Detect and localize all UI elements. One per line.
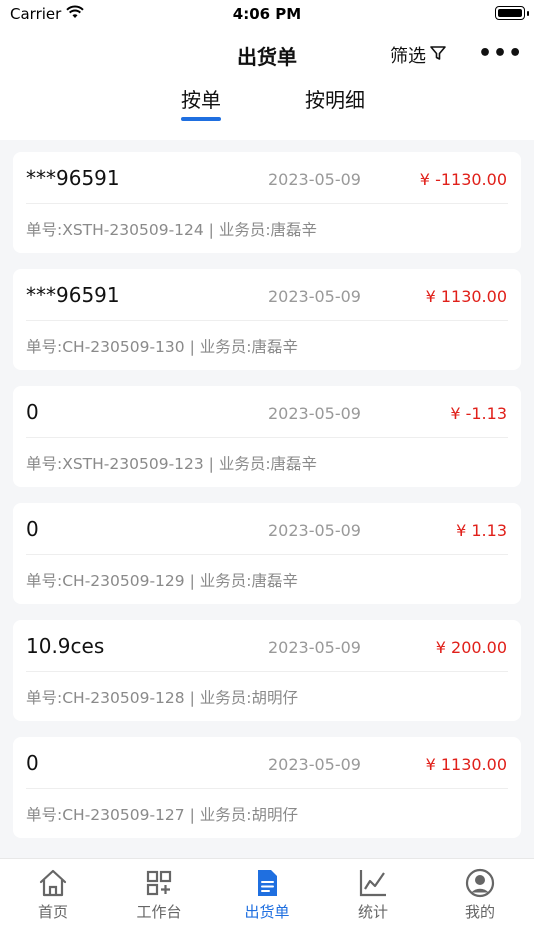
order-card[interactable]: 0 2023-05-09 ¥ -1.13 单号:XSTH-230509-123 … <box>13 386 521 487</box>
order-amount: ¥ 1130.00 <box>425 287 507 306</box>
order-meta: 单号:XSTH-230509-124 | 业务员:唐磊辛 <box>26 221 318 239</box>
tabbar-item-shipments[interactable]: 出货单 <box>227 867 307 922</box>
order-date: 2023-05-09 <box>268 521 361 540</box>
document-icon <box>251 867 283 899</box>
order-customer: 10.9ces <box>26 634 105 658</box>
order-meta: 单号:CH-230509-130 | 业务员:唐磊辛 <box>26 338 298 356</box>
view-tabs: 按单 按明细 <box>0 84 534 124</box>
order-customer: ***96591 <box>26 283 120 307</box>
tabbar-label: 工作台 <box>136 903 182 921</box>
status-bar: Carrier 4:06 PM <box>0 0 534 28</box>
tabbar-label: 统计 <box>357 903 388 921</box>
filter-button[interactable]: 筛选 <box>390 42 447 68</box>
tabbar-label: 出货单 <box>244 903 290 921</box>
order-customer: 0 <box>26 400 39 424</box>
order-date: 2023-05-09 <box>268 638 361 657</box>
card-divider <box>26 671 508 672</box>
battery-icon <box>495 6 529 20</box>
order-date: 2023-05-09 <box>268 170 361 189</box>
card-divider <box>26 554 508 555</box>
tabbar-item-profile[interactable]: 我的 <box>440 867 520 922</box>
order-customer: 0 <box>26 751 39 775</box>
active-tab-indicator <box>181 117 221 121</box>
user-profile-icon <box>464 867 496 899</box>
filter-label: 筛选 <box>390 46 426 67</box>
top-area: Carrier 4:06 PM 出货单 筛选 ••• 按单 按明细 <box>0 0 534 140</box>
order-meta: 单号:XSTH-230509-123 | 业务员:唐磊辛 <box>26 455 318 473</box>
tabbar-item-home[interactable]: 首页 <box>13 867 93 922</box>
card-divider <box>26 788 508 789</box>
tabbar-label: 首页 <box>37 903 68 921</box>
order-card[interactable]: 0 2023-05-09 ¥ 1.13 单号:CH-230509-129 | 业… <box>13 503 521 604</box>
card-divider <box>26 437 508 438</box>
card-divider <box>26 203 508 204</box>
order-amount: ¥ 1130.00 <box>425 755 507 774</box>
order-customer: 0 <box>26 517 39 541</box>
home-icon <box>37 867 69 899</box>
card-divider <box>26 320 508 321</box>
order-list: ***96591 2023-05-09 ¥ -1130.00 单号:XSTH-2… <box>13 152 521 854</box>
nav-bar: 出货单 筛选 ••• <box>0 36 534 76</box>
more-options-button[interactable]: ••• <box>478 40 523 68</box>
tab-by-order[interactable]: 按单 <box>176 84 226 113</box>
tabbar-item-workbench[interactable]: 工作台 <box>119 867 199 922</box>
page-title: 出货单 <box>237 45 297 69</box>
filter-funnel-icon <box>429 44 447 67</box>
order-date: 2023-05-09 <box>268 404 361 423</box>
order-amount: ¥ 200.00 <box>435 638 507 657</box>
order-card[interactable]: ***96591 2023-05-09 ¥ -1130.00 单号:XSTH-2… <box>13 152 521 253</box>
order-meta: 单号:CH-230509-128 | 业务员:胡明仔 <box>26 689 298 707</box>
order-amount: ¥ 1.13 <box>456 521 507 540</box>
order-card[interactable]: ***96591 2023-05-09 ¥ 1130.00 单号:CH-2305… <box>13 269 521 370</box>
order-customer: ***96591 <box>26 166 120 190</box>
order-date: 2023-05-09 <box>268 287 361 306</box>
order-meta: 单号:CH-230509-129 | 业务员:唐磊辛 <box>26 572 298 590</box>
order-meta: 单号:CH-230509-127 | 业务员:胡明仔 <box>26 806 298 824</box>
order-date: 2023-05-09 <box>268 755 361 774</box>
tab-by-detail[interactable]: 按明细 <box>299 84 371 113</box>
chart-icon <box>357 867 389 899</box>
status-time: 4:06 PM <box>232 5 302 23</box>
workbench-grid-icon <box>143 867 175 899</box>
order-card[interactable]: 10.9ces 2023-05-09 ¥ 200.00 单号:CH-230509… <box>13 620 521 721</box>
tabbar-item-statistics[interactable]: 统计 <box>333 867 413 922</box>
order-amount: ¥ -1.13 <box>450 404 507 423</box>
order-amount: ¥ -1130.00 <box>419 170 507 189</box>
tabbar-label: 我的 <box>464 903 495 921</box>
order-card[interactable]: 0 2023-05-09 ¥ 1130.00 单号:CH-230509-127 … <box>13 737 521 838</box>
bottom-tab-bar: 首页 工作台 出货单 统计 我的 <box>0 858 534 950</box>
